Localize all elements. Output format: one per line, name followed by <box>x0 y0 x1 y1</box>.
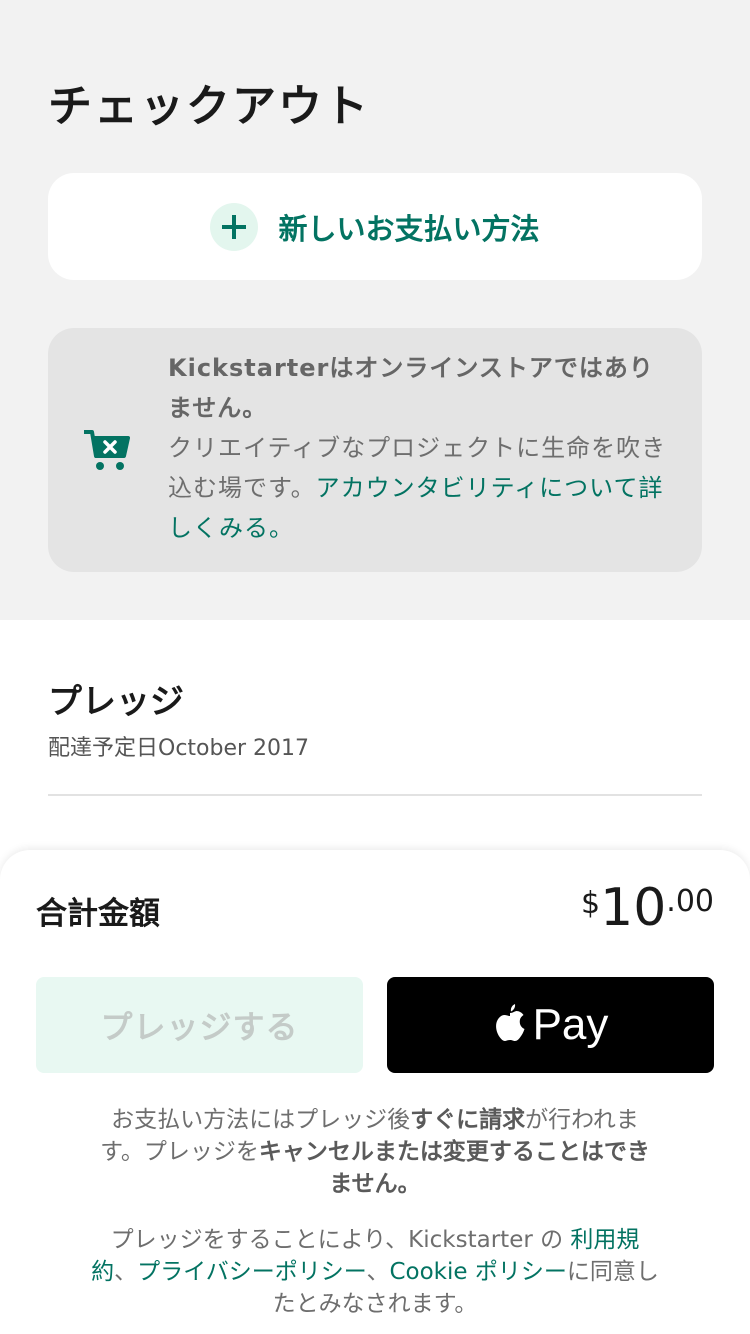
total-decimal: .00 <box>666 884 714 919</box>
notice-line-1: Kickstarterはオンラインストアではありません。 <box>168 354 654 422</box>
pledge-heading: プレッジ <box>48 682 184 722</box>
total-integer: 10 <box>600 878 667 938</box>
charge-note-text: お支払い方法にはプレッジ後 <box>111 1107 411 1133</box>
terms-text: プレッジをすることにより、Kickstarter の <box>110 1227 571 1253</box>
pledge-button[interactable]: プレッジする <box>36 977 363 1073</box>
charge-note-bold: すぐに請求 <box>410 1107 526 1133</box>
terms-separator: 、 <box>366 1259 390 1285</box>
new-payment-method-label: 新しいお支払い方法 <box>278 211 540 246</box>
charge-note-bold: キャンセルまたは変更すること <box>258 1139 581 1165</box>
charge-notice: お支払い方法にはプレッジ後すぐに請求が行われます。プレッジをキャンセルまたは変更… <box>90 1104 660 1200</box>
terms-notice: プレッジをすることにより、Kickstarter の 利用規約、プライバシーポリ… <box>90 1224 660 1320</box>
notice-text: Kickstarterはオンラインストアではありません。 クリエイティブなプロジ… <box>168 348 668 548</box>
divider <box>48 794 702 796</box>
new-payment-method-button[interactable]: 新しいお支払い方法 <box>48 173 702 280</box>
apple-pay-label: Pay <box>532 1000 609 1049</box>
not-a-store-notice: Kickstarterはオンラインストアではありません。 クリエイティブなプロジ… <box>48 328 702 572</box>
page-title: チェックアウト <box>48 81 370 132</box>
checkout-bottom-sheet: 合計金額 $ 10 .00 プレッジする Pay お支払い方法にはプレッジ後すぐ… <box>0 850 750 1334</box>
terms-separator: 、 <box>114 1259 138 1285</box>
plus-icon <box>210 202 259 251</box>
apple-logo-icon <box>493 1002 527 1048</box>
privacy-policy-link[interactable]: プライバシーポリシー <box>137 1259 366 1285</box>
cookie-policy-link[interactable]: Cookie ポリシー <box>389 1259 566 1285</box>
total-currency: $ <box>581 886 601 921</box>
estimated-delivery: 配達予定日October 2017 <box>48 736 310 761</box>
cart-x-icon <box>82 428 132 476</box>
total-amount: $ 10 .00 <box>581 878 714 938</box>
apple-pay-button[interactable]: Pay <box>387 977 714 1073</box>
total-label: 合計金額 <box>36 896 160 932</box>
